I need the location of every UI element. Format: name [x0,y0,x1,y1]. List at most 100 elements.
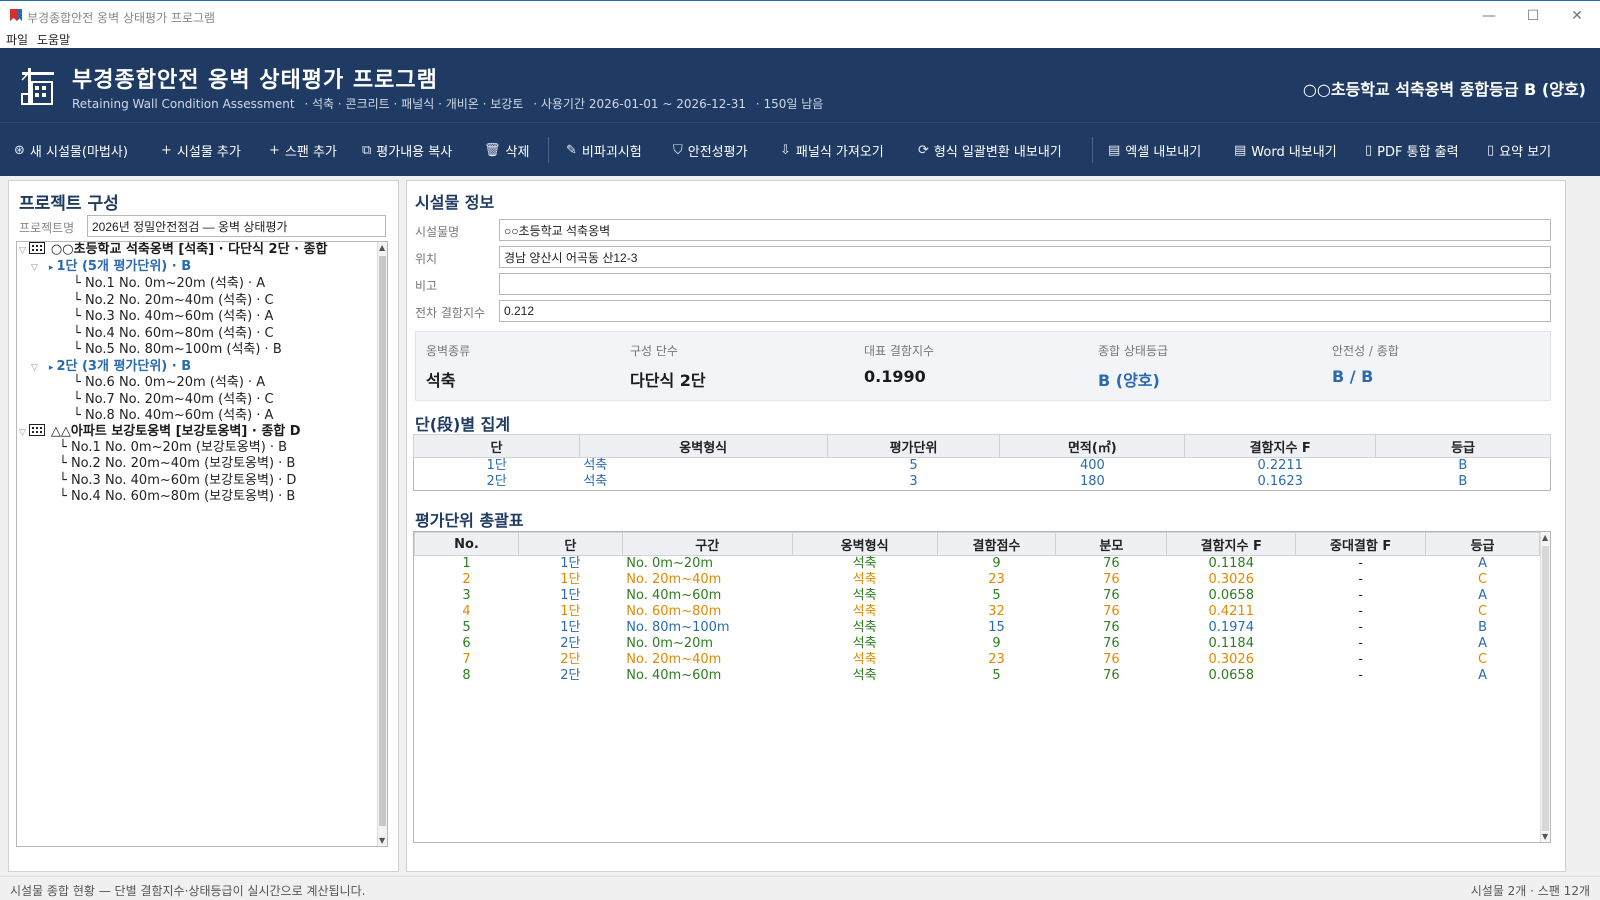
import-panel-button[interactable]: ⇩ 패널식 가져오기 [780,139,884,161]
column-header[interactable]: 평가단위 [826,434,1001,458]
column-header[interactable]: 구간 [621,532,793,556]
column-header[interactable]: 단 [413,434,580,458]
scroll-down-arrow-icon[interactable]: ▼ [379,836,385,845]
facility-name-field[interactable] [499,219,1551,241]
tree-unit-node[interactable]: └ No.5 No. 80m~100m (석축) · B [73,342,282,358]
minimize-button[interactable]: — [1474,5,1504,27]
remarks-field[interactable] [499,273,1551,295]
column-header[interactable]: No. [414,532,519,556]
safety-evaluation-button[interactable]: ⛉ 안전성평가 [673,139,748,161]
import-panel-label: 패널식 가져오기 [795,144,884,160]
tree-expand-icon[interactable]: ▽ [31,263,38,273]
table-cell: 0.0658 [1208,668,1254,683]
add-span-button[interactable]: + 스팬 추가 [269,139,337,161]
batch-convert-export-button[interactable]: ⟳ 형식 일괄변환 내보내기 [918,139,1062,161]
column-header[interactable]: 결함점수 [936,532,1057,556]
table-cell: 석축 [852,588,877,603]
prev-defect-index-field[interactable] [499,300,1551,322]
table-cell: 석축 [852,652,877,667]
column-header[interactable]: 옹벽형식 [791,532,938,556]
table-cell: - [1358,636,1363,651]
tree-unit-node[interactable]: └ No.2 No. 20m~40m (보강토옹벽) · B [59,456,295,472]
new-facility-wizard-button[interactable]: ⊛ 새 시설물(마법사) [14,139,128,161]
tree-tier-node[interactable]: ▽ ▸ 1단 (5개 평가단위) · B [31,259,191,275]
plus-icon: + [269,142,280,158]
table-cell: 0.1623 [1257,474,1303,489]
excel-export-button[interactable]: ▤ 엑셀 내보내기 [1108,139,1201,161]
column-header[interactable]: 결함지수 F [1166,532,1297,556]
table-cell: 3 [462,588,471,603]
tree-unit-node[interactable]: └ No.6 No. 0m~20m (석축) · A [73,375,265,391]
pdf-output-button[interactable]: ▯ PDF 통합 출력 [1365,139,1459,161]
nondestructive-test-button[interactable]: ✎ 비파괴시험 [566,139,642,161]
column-header[interactable]: 단 [517,532,623,556]
prev-defect-index-label: 전차 결함지수 [415,306,486,320]
scroll-up-arrow-icon[interactable]: ▲ [1542,533,1548,542]
close-button[interactable]: ✕ [1562,5,1592,27]
table-cell: 5 [992,668,1001,683]
facility-info-title: 시설물 정보 [415,193,495,212]
tree-unit-node[interactable]: └ No.4 No. 60m~80m (석축) · C [73,326,274,342]
add-facility-button[interactable]: + 시설물 추가 [161,139,241,161]
table-cell: - [1358,604,1363,619]
copy-evaluation-button[interactable]: ⧉ 평가내용 복사 [362,139,452,161]
tree-expand-icon[interactable]: ▽ [31,363,38,373]
tree-unit-node[interactable]: └ No.4 No. 60m~80m (보강토옹벽) · B [59,489,295,505]
tree-tier-node[interactable]: ▽ ▸ 2단 (3개 평가단위) · B [31,359,191,375]
tree-unit-node[interactable]: └ No.3 No. 40m~60m (보강토옹벽) · D [59,473,296,489]
convert-icon: ⟳ [918,142,929,158]
menu-help[interactable]: 도움말 [37,31,70,48]
table-row[interactable]: 1단 석축 5 400 0.2211 B [414,458,1551,475]
column-header[interactable]: 등급 [1425,532,1540,556]
tree-expand-icon[interactable]: ▽ [19,428,26,438]
maximize-button[interactable]: ☐ [1518,5,1548,27]
table-row[interactable]: 4 1단 No. 60m~80m 석축 32 76 0.4211 - C [415,604,1540,620]
column-header[interactable]: 분모 [1055,532,1168,556]
table-cell: 76 [1103,668,1120,683]
scroll-down-arrow-icon[interactable]: ▼ [1542,832,1548,841]
scrollbar-thumb[interactable] [379,256,386,826]
tier-summary-table: 단 옹벽형식 평가단위 면적(㎡) 결함지수 F 등급 1단 석축 5 400 0.2211 B 2단… [413,434,1551,491]
tree-unit-node[interactable]: └ No.3 No. 40m~60m (석축) · A [73,309,273,325]
tree-expand-icon[interactable]: ▽ [19,246,26,256]
column-header[interactable]: 중대결함 F [1295,532,1427,556]
column-header[interactable]: 면적(㎡) [999,434,1186,458]
scroll-up-arrow-icon[interactable]: ▲ [379,243,385,252]
table-row[interactable]: 7 2단 No. 20m~40m 석축 23 76 0.3026 - C [415,652,1540,668]
project-tree[interactable]: ▲ ▼ ▽ ○○초등학교 석축옹벽 [석축] · 다단식 2단 · 종합 ▽ ▸ 1단 … [16,241,388,847]
summary-view-button[interactable]: ▯ 요약 보기 [1487,139,1551,161]
tree-facility-node[interactable]: ▽ ○○초등학교 석축옹벽 [석축] · 다단식 2단 · 종합 [19,242,327,258]
summary-safety-grade: 안전성 / 종합 B / B [1332,342,1399,386]
copy-evaluation-label: 평가내용 복사 [376,144,453,160]
summary-wall-type: 옹벽종류 석축 [426,342,470,391]
unit-table-scrollbar[interactable]: ▲ ▼ [1540,532,1550,842]
tree-unit-node[interactable]: └ No.1 No. 0m~20m (보강토옹벽) · B [59,440,287,456]
tree-unit-node[interactable]: └ No.7 No. 20m~40m (석축) · C [73,392,274,408]
delete-button[interactable]: 🗑 삭제 [484,139,529,161]
detail-panel: 시설물 정보 시설물명 위치 비고 전차 결함지수 옹벽종류석축 구성 단수다단… [406,180,1566,872]
project-name-input[interactable] [87,215,386,237]
column-header[interactable]: 등급 [1375,434,1551,458]
scrollbar-thumb[interactable] [1542,546,1549,831]
location-field[interactable] [499,246,1551,268]
menu-file[interactable]: 파일 [6,31,28,48]
table-cell: 6 [462,636,471,651]
table-row[interactable]: 2 1단 No. 20m~40m 석축 23 76 0.3026 - C [415,572,1540,588]
tree-unit-node[interactable]: └ No.2 No. 20m~40m (석축) · C [73,293,274,309]
tree-unit-node[interactable]: └ No.8 No. 40m~60m (석축) · A [73,408,273,424]
column-header[interactable]: 결함지수 F [1184,434,1377,458]
tree-facility-node[interactable]: ▽ △△아파트 보강토옹벽 [보강토옹벽] · 종합 D [19,424,301,440]
column-header[interactable]: 옹벽형식 [578,434,828,458]
table-row[interactable]: 2단 석축 3 180 0.1623 B [414,474,1551,491]
project-name-label: 프로젝트명 [19,221,75,235]
table-row[interactable]: 6 2단 No. 0m~20m 석축 9 76 0.1184 - A [415,636,1540,652]
table-cell: 0.1184 [1208,636,1254,651]
table-row[interactable]: 8 2단 No. 40m~60m 석축 5 76 0.0658 - A [415,668,1540,684]
table-row[interactable]: 5 1단 No. 80m~100m 석축 15 76 0.1974 - B [415,620,1540,636]
table-row[interactable]: 3 1단 No. 40m~60m 석축 5 76 0.0658 - A [415,588,1540,604]
tree-scrollbar[interactable]: ▲ ▼ [377,242,387,846]
word-export-button[interactable]: ▤ Word 내보내기 [1234,139,1337,161]
table-row[interactable]: 1 1단 No. 0m~20m 석축 9 76 0.1184 - A [415,556,1540,573]
tree-unit-node[interactable]: └ No.1 No. 0m~20m (석축) · A [73,276,265,292]
excel-export-label: 엑셀 내보내기 [1125,144,1202,160]
